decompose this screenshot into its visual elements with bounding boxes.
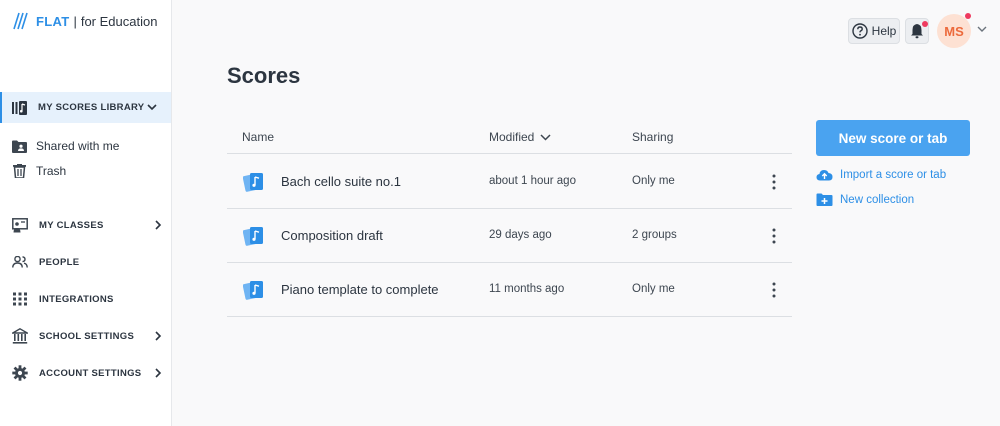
sidebar-item-label: SCHOOL SETTINGS <box>39 330 135 342</box>
score-modified: about 1 hour ago <box>489 175 576 187</box>
score-name[interactable]: Piano template to complete <box>281 282 439 297</box>
import-score-link[interactable]: Import a score or tab <box>816 168 946 181</box>
sidebar-item-label: ACCOUNT SETTINGS <box>39 367 142 379</box>
column-header-sharing[interactable]: Sharing <box>632 130 673 144</box>
table-row[interactable]: Piano template to complete 11 months ago… <box>227 263 792 317</box>
library-icon <box>12 100 27 115</box>
table-row[interactable]: Bach cello suite no.1 about 1 hour ago O… <box>227 155 792 209</box>
new-collection-link[interactable]: New collection <box>816 193 914 206</box>
new-collection-label: New collection <box>840 193 915 206</box>
chevron-right-icon <box>155 368 162 378</box>
help-button[interactable]: Help <box>848 18 900 44</box>
notifications-button[interactable] <box>905 18 929 44</box>
sidebar-item-account-settings[interactable]: ACCOUNT SETTINGS <box>12 363 162 383</box>
column-label: Sharing <box>632 130 674 144</box>
logo-separator: | <box>73 13 77 29</box>
score-icon <box>243 281 263 300</box>
more-options-icon[interactable] <box>767 226 781 246</box>
sidebar-item-label: MY SCORES LIBRARY <box>38 102 145 113</box>
sidebar-item-school-settings[interactable]: SCHOOL SETTINGS <box>12 326 162 346</box>
new-folder-icon <box>816 193 833 206</box>
chevron-down-icon[interactable] <box>147 104 157 111</box>
score-modified: 29 days ago <box>489 229 552 241</box>
logo[interactable]: FLAT | for Education <box>12 10 157 32</box>
column-header-modified[interactable]: Modified <box>489 130 551 144</box>
logo-brand: FLAT <box>36 13 70 29</box>
gear-icon <box>12 365 28 381</box>
table-header: Name Modified Sharing <box>227 126 792 154</box>
classes-icon <box>12 217 28 232</box>
notification-dot <box>922 21 928 27</box>
sidebar-item-label: INTEGRATIONS <box>39 293 114 305</box>
grid-icon <box>13 292 27 306</box>
score-icon <box>243 227 263 246</box>
sidebar-item-my-scores-library[interactable]: MY SCORES LIBRARY <box>0 92 171 123</box>
column-label: Modified <box>489 130 535 144</box>
sidebar-item-people[interactable]: PEOPLE <box>12 252 162 272</box>
chevron-right-icon <box>155 220 162 230</box>
import-label: Import a score or tab <box>840 168 947 181</box>
score-name[interactable]: Bach cello suite no.1 <box>281 174 401 189</box>
score-sharing: 2 groups <box>632 229 677 241</box>
chevron-right-icon <box>155 331 162 341</box>
avatar[interactable]: MS <box>937 14 971 48</box>
score-icon <box>243 173 263 192</box>
column-label: Name <box>242 130 275 144</box>
shared-folder-icon <box>12 140 27 153</box>
sidebar-item-my-classes[interactable]: MY CLASSES <box>12 215 162 235</box>
sidebar-item-integrations[interactable]: INTEGRATIONS <box>12 289 162 309</box>
cloud-upload-icon <box>816 170 833 181</box>
help-icon <box>851 23 868 39</box>
table-row[interactable]: Composition draft 29 days ago 2 groups <box>227 209 792 263</box>
people-icon <box>12 256 28 268</box>
help-label: Help <box>871 24 897 38</box>
flat-logo-icon <box>13 12 28 30</box>
sidebar-item-label: PEOPLE <box>39 256 80 268</box>
trash-icon <box>13 164 26 178</box>
score-sharing: Only me <box>632 283 675 295</box>
more-options-icon[interactable] <box>767 172 781 192</box>
column-header-name[interactable]: Name <box>242 130 274 144</box>
score-modified: 11 months ago <box>489 283 565 295</box>
sidebar: FLAT | for Education MY SCORES LIBRARY S… <box>0 0 172 426</box>
sidebar-item-shared-with-me[interactable]: Shared with me <box>12 139 119 153</box>
chevron-down-icon[interactable] <box>977 26 987 33</box>
sidebar-item-label: MY CLASSES <box>39 219 104 231</box>
sidebar-item-label: Trash <box>36 164 67 178</box>
score-sharing: Only me <box>632 175 675 187</box>
page-title: Scores <box>227 63 301 88</box>
school-icon <box>12 328 28 344</box>
logo-suffix: for Education <box>80 13 158 29</box>
new-score-button[interactable]: New score or tab <box>816 120 970 156</box>
more-options-icon[interactable] <box>767 280 781 300</box>
avatar-initials: MS <box>944 23 964 39</box>
avatar-notification-dot <box>965 13 971 19</box>
sidebar-item-label: Shared with me <box>36 139 120 153</box>
score-name[interactable]: Composition draft <box>281 228 383 243</box>
sort-descending-icon <box>540 133 551 141</box>
sidebar-item-trash[interactable]: Trash <box>12 164 66 178</box>
